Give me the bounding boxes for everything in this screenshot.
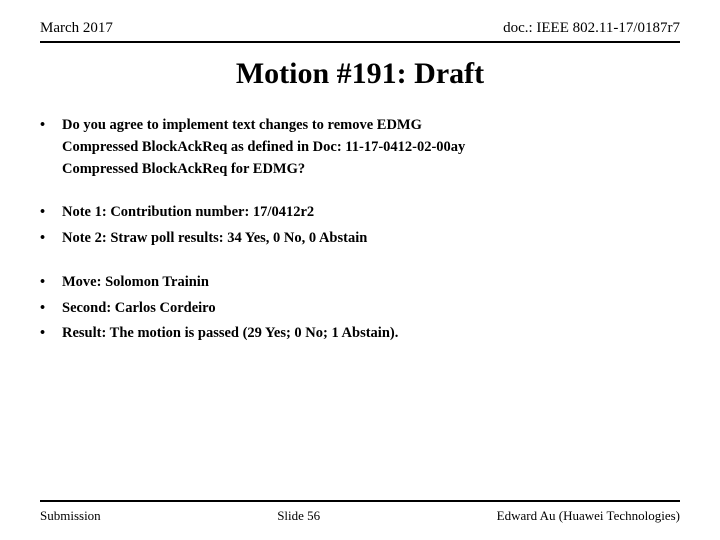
bullet-dot-1: • <box>40 115 62 137</box>
results-group: • Move: Solomon Trainin • Second: Carlos… <box>40 272 680 349</box>
main-bullet-group: • Do you agree to implement text changes… <box>40 115 680 184</box>
bullet-dot-second: • <box>40 298 62 320</box>
note1-item: • Note 1: Contribution number: 17/0412r2 <box>40 202 680 224</box>
content-area: • Do you agree to implement text changes… <box>40 115 680 500</box>
result-item: • Result: The motion is passed (29 Yes; … <box>40 323 680 345</box>
bullet-dot-result: • <box>40 323 62 345</box>
move-text: Move: Solomon Trainin <box>62 272 209 294</box>
page-title: Motion #191: Draft <box>40 57 680 91</box>
main-bullet-text: Do you agree to implement text changes t… <box>62 115 465 180</box>
footer-author: Edward Au (Huawei Technologies) <box>497 508 680 524</box>
bullet-dot-note2: • <box>40 228 62 250</box>
notes-group: • Note 1: Contribution number: 17/0412r2… <box>40 202 680 254</box>
header-doc: doc.: IEEE 802.11-17/0187r7 <box>503 20 680 37</box>
header-date: March 2017 <box>40 20 113 37</box>
footer-slide: Slide 56 <box>277 508 320 524</box>
footer: Submission Slide 56 Edward Au (Huawei Te… <box>40 500 680 524</box>
result-text: Result: The motion is passed (29 Yes; 0 … <box>62 323 398 345</box>
second-item: • Second: Carlos Cordeiro <box>40 298 680 320</box>
header: March 2017 doc.: IEEE 802.11-17/0187r7 <box>40 20 680 43</box>
note2-item: • Note 2: Straw poll results: 34 Yes, 0 … <box>40 228 680 250</box>
main-bullet-item: • Do you agree to implement text changes… <box>40 115 680 180</box>
page: March 2017 doc.: IEEE 802.11-17/0187r7 M… <box>0 0 720 540</box>
second-text: Second: Carlos Cordeiro <box>62 298 216 320</box>
note2-text: Note 2: Straw poll results: 34 Yes, 0 No… <box>62 228 367 250</box>
bullet-dot-move: • <box>40 272 62 294</box>
footer-submission: Submission <box>40 508 101 524</box>
bullet-dot-note1: • <box>40 202 62 224</box>
note1-text: Note 1: Contribution number: 17/0412r2 <box>62 202 314 224</box>
move-item: • Move: Solomon Trainin <box>40 272 680 294</box>
